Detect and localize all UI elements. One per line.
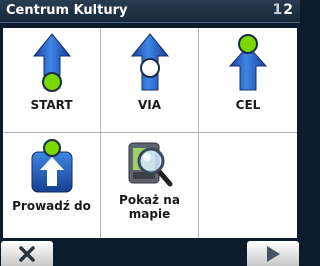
play-next-icon <box>267 245 280 262</box>
start-arrow-icon <box>32 33 71 92</box>
menu-item-via[interactable]: VIA <box>101 28 199 133</box>
menu-item-show-on-map[interactable]: Pokaż na mapie <box>101 133 199 238</box>
menu-item-cel[interactable]: CEL <box>199 28 297 133</box>
menu-item-navigate-to[interactable]: Prowadź do <box>3 133 101 238</box>
title-bar: Centrum Kultury 12 <box>0 0 300 23</box>
app-screen: Centrum Kultury 12 START VIA CEL Prowadź… <box>0 0 300 266</box>
empty-cell <box>199 133 297 238</box>
menu-item-label-line2: mapie <box>128 207 171 221</box>
menu-item-label: Prowadź do <box>12 199 91 213</box>
menu-item-label: START <box>30 98 73 112</box>
menu-item-label: VIA <box>137 98 162 112</box>
magnifier-map-icon <box>128 142 172 187</box>
next-button[interactable] <box>247 241 299 266</box>
menu-item-label: CEL <box>235 98 261 112</box>
page-next[interactable]: 2 <box>283 2 294 18</box>
page-title: Centrum Kultury <box>6 3 128 18</box>
cel-arrow-icon <box>229 34 267 91</box>
menu-item-label-line1: Pokaż na <box>119 193 180 207</box>
page-indicator[interactable]: 12 <box>273 2 295 18</box>
page-current[interactable]: 1 <box>273 2 284 18</box>
via-arrow-icon <box>130 33 169 91</box>
bottom-bar <box>0 240 300 266</box>
menu-item-start[interactable]: START <box>3 28 101 133</box>
menu-grid: START VIA CEL Prowadź do Pokaż na mapie <box>3 28 297 238</box>
close-button[interactable] <box>1 241 53 266</box>
close-icon <box>19 245 35 262</box>
navigate-to-icon <box>31 139 72 193</box>
